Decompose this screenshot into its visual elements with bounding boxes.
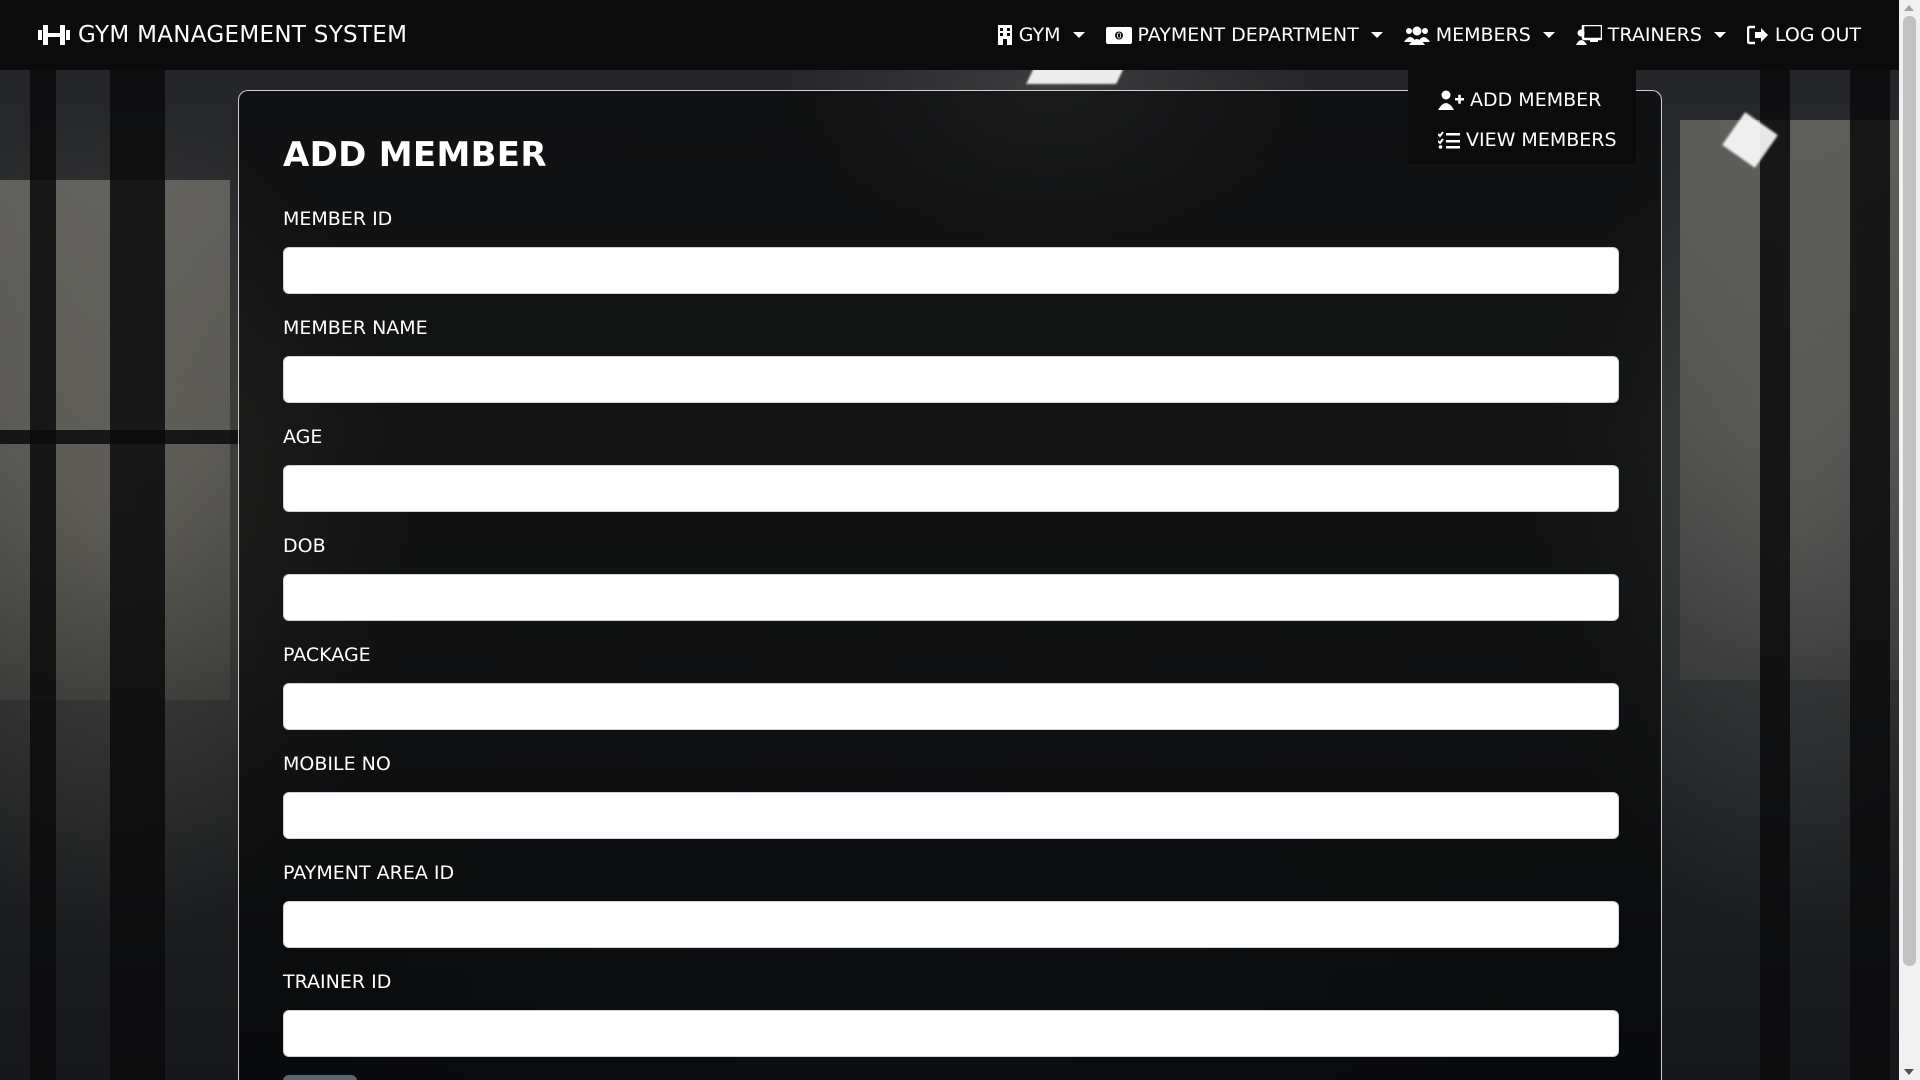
- dob-input[interactable]: [283, 574, 1619, 621]
- scroll-down-icon[interactable]: [1904, 1069, 1914, 1075]
- user-plus-icon: [1438, 90, 1464, 110]
- scroll-up-icon[interactable]: [1904, 5, 1914, 11]
- member-id-input[interactable]: [283, 247, 1619, 294]
- nav-item-members[interactable]: MEMBERS: [1403, 24, 1555, 46]
- nav-item-log-out-label: LOG OUT: [1774, 24, 1861, 46]
- dob-label: DOB: [283, 535, 326, 557]
- svg-text:0: 0: [1116, 31, 1121, 40]
- nav-item-members-label: MEMBERS: [1435, 24, 1531, 46]
- nav-item-log-out[interactable]: LOG OUT: [1746, 24, 1861, 46]
- payment-area-id-input[interactable]: [283, 901, 1619, 948]
- mobile-no-label: MOBILE NO: [283, 753, 391, 775]
- chevron-down-icon: [1542, 32, 1555, 38]
- trainer-id-input[interactable]: [283, 1010, 1619, 1057]
- package-label: PACKAGE: [283, 644, 371, 666]
- payment-area-id-label: PAYMENT AREA ID: [283, 862, 455, 884]
- chevron-down-icon: [1370, 32, 1383, 38]
- dumbbell-icon: [38, 23, 70, 47]
- member-id-label: MEMBER ID: [283, 208, 393, 230]
- member-name-field-group: MEMBER NAME: [283, 312, 1619, 403]
- package-field-group: PACKAGE: [283, 639, 1619, 730]
- submit-button[interactable]: [283, 1075, 357, 1080]
- dob-field-group: DOB: [283, 530, 1619, 621]
- page-scrollbar[interactable]: [1899, 0, 1920, 1080]
- brand-title: GYM MANAGEMENT SYSTEM: [78, 22, 408, 48]
- nav-item-gym[interactable]: GYM: [997, 24, 1085, 46]
- dropdown-item-view-members[interactable]: VIEW MEMBERS: [1438, 120, 1636, 160]
- users-icon: [1403, 25, 1430, 45]
- nav-item-trainers[interactable]: TRAINERS: [1575, 24, 1726, 46]
- age-input[interactable]: [283, 465, 1619, 512]
- chevron-down-icon: [1072, 32, 1085, 38]
- payment-area-id-field-group: PAYMENT AREA ID: [283, 857, 1619, 948]
- money-bill-icon: 0: [1105, 26, 1132, 44]
- chevron-down-icon: [1713, 32, 1726, 38]
- member-name-input[interactable]: [283, 356, 1619, 403]
- list-check-icon: [1438, 131, 1460, 149]
- nav-item-trainers-label: TRAINERS: [1607, 24, 1702, 46]
- brand-link[interactable]: GYM MANAGEMENT SYSTEM: [38, 22, 407, 48]
- age-label: AGE: [283, 426, 323, 448]
- dropdown-item-add-member-label: ADD MEMBER: [1470, 89, 1602, 111]
- mobile-no-field-group: MOBILE NO: [283, 748, 1619, 839]
- trainer-id-field-group: TRAINER ID: [283, 966, 1619, 1057]
- building-icon: [997, 25, 1013, 45]
- sign-out-icon: [1746, 25, 1769, 45]
- mobile-no-input[interactable]: [283, 792, 1619, 839]
- nav-item-gym-label: GYM: [1018, 24, 1061, 46]
- members-dropdown-menu: ADD MEMBER VIEW MEMBERS: [1408, 68, 1636, 164]
- member-name-label: MEMBER NAME: [283, 317, 428, 339]
- member-id-field-group: MEMBER ID: [283, 203, 1619, 294]
- trainer-id-label: TRAINER ID: [283, 971, 392, 993]
- nav-item-payment-label: PAYMENT DEPARTMENT: [1137, 24, 1359, 46]
- dropdown-item-view-members-label: VIEW MEMBERS: [1466, 129, 1617, 151]
- package-input[interactable]: [283, 683, 1619, 730]
- add-member-form-card: ADD MEMBER MEMBER ID MEMBER NAME AGE DOB…: [238, 90, 1662, 1080]
- scrollbar-thumb[interactable]: [1903, 16, 1916, 966]
- age-field-group: AGE: [283, 421, 1619, 512]
- nav-item-payment-department[interactable]: 0 PAYMENT DEPARTMENT: [1105, 24, 1383, 46]
- nav-menu: GYM 0 PAYMENT DEPARTMENT MEMBERS TRAINER…: [997, 24, 1861, 46]
- dropdown-item-add-member[interactable]: ADD MEMBER: [1438, 80, 1636, 120]
- top-navbar: GYM MANAGEMENT SYSTEM GYM 0 PAYMENT DEPA…: [0, 0, 1899, 70]
- chalkboard-user-icon: [1575, 25, 1602, 45]
